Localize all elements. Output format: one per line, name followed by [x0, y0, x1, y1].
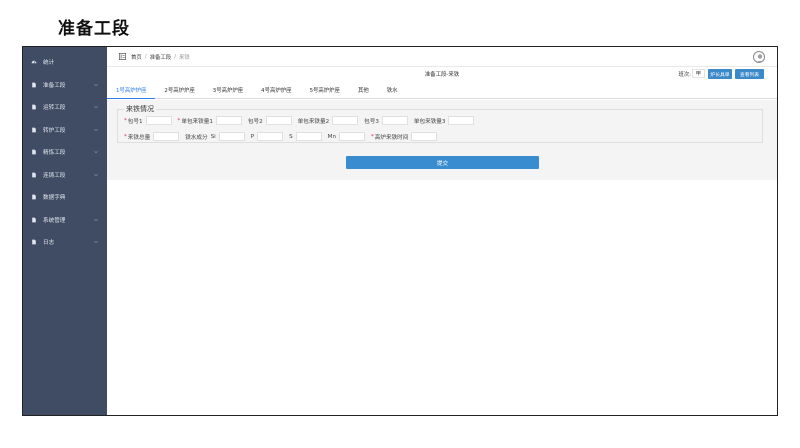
chevron-down-icon — [94, 240, 98, 244]
tab-furnace-4[interactable]: 4号高炉炉座 — [252, 83, 300, 99]
chevron-down-icon — [94, 218, 98, 222]
submit-button[interactable]: 提交 — [346, 156, 539, 169]
fieldset-legend: 来铁情况 — [124, 104, 156, 114]
sidebar-item-label: 转炉工段 — [43, 127, 66, 134]
chevron-down-icon — [94, 173, 98, 177]
ladle-weight-2-input[interactable] — [332, 116, 359, 125]
field-label: 铁水成分 — [185, 134, 208, 141]
sidebar-item-label: 系统管理 — [43, 217, 66, 224]
ladle-no-3-input[interactable] — [381, 116, 408, 125]
field-label: 单包来铁量2 — [297, 118, 330, 125]
field-label: 来铁总量 — [127, 134, 151, 141]
tab-furnace-5[interactable]: 5号高炉炉座 — [301, 83, 349, 99]
field-label: 单包来铁量1 — [181, 118, 213, 125]
shift-label: 班次: — [678, 72, 691, 78]
form-area: 来铁情况 * 包号1 * 单包来铁量1 包号2 单包来铁量2 包号3 单包来铁量… — [107, 100, 777, 180]
field-label: Si — [210, 133, 216, 140]
field-label: Mn — [327, 133, 336, 140]
field-label: 单包来铁量3 — [413, 118, 446, 125]
sidebar-item-system[interactable]: 系统管理 — [23, 209, 107, 232]
document-icon — [31, 194, 37, 200]
tab-furnace-1[interactable]: 1号高炉炉座 — [107, 83, 156, 99]
tab-molten-iron[interactable]: 铁水 — [378, 83, 407, 99]
field-label: 包号3 — [364, 118, 379, 125]
page-heading: 准备工段 — [58, 19, 130, 39]
breadcrumb: 首页 / 准备工段 / 来铁 — [107, 47, 777, 67]
document-icon — [31, 104, 37, 110]
arrival-time-input[interactable] — [411, 132, 438, 141]
si-input[interactable] — [218, 132, 245, 141]
avatar[interactable] — [753, 51, 765, 63]
furnace-list-button[interactable]: 炉长具单 — [708, 69, 732, 79]
total-iron-input[interactable] — [153, 132, 180, 141]
app-window: 统计 准备工段 运转工段 转炉工段 精炼工段 连铸工段 数据字典 系统管理 日志… — [22, 46, 778, 416]
sidebar-item-label: 日志 — [43, 240, 55, 247]
required-marker: * — [177, 117, 181, 124]
chevron-down-icon — [94, 105, 98, 109]
chevron-down-icon — [94, 128, 98, 132]
sidebar-item-label: 运转工段 — [43, 105, 66, 112]
breadcrumb-current: 来铁 — [179, 54, 190, 61]
required-marker: * — [371, 133, 374, 140]
s-input[interactable] — [295, 132, 322, 141]
required-marker: * — [124, 117, 127, 124]
sidebar-item-log[interactable]: 日志 — [23, 231, 107, 254]
field-label: P — [250, 133, 255, 140]
tab-bar: 1号高炉炉座 2号高炉炉座 3号高炉炉座 4号高炉炉座 5号高炉炉座 其他 铁水 — [107, 83, 777, 99]
main-panel: 首页 / 准备工段 / 来铁 准备工段-来铁 班次: 甲 炉长具单 查看列表 1… — [107, 47, 777, 415]
sidebar-item-label: 连铸工段 — [43, 172, 66, 179]
ladle-no-1-input[interactable] — [145, 116, 172, 125]
sidebar-item-label: 精炼工段 — [43, 150, 66, 157]
chevron-down-icon — [94, 150, 98, 154]
breadcrumb-separator: / — [174, 53, 177, 60]
sidebar-item-dictionary[interactable]: 数据字典 — [23, 186, 107, 209]
required-marker: * — [124, 133, 127, 140]
sidebar-item-label: 准备工段 — [43, 82, 66, 89]
tab-furnace-3[interactable]: 3号高炉炉座 — [204, 83, 252, 99]
field-label: 高炉来铁时间 — [374, 134, 409, 141]
breadcrumb-section[interactable]: 准备工段 — [150, 53, 172, 61]
document-icon — [31, 172, 37, 178]
document-icon — [31, 239, 37, 245]
document-icon — [31, 127, 37, 133]
field-label: S — [289, 133, 293, 140]
page-title: 准备工段-来铁 — [424, 72, 460, 78]
shift-select[interactable]: 甲 — [691, 69, 705, 78]
sidebar-item-stats[interactable]: 统计 — [23, 51, 107, 74]
menu-toggle-icon[interactable] — [119, 53, 126, 60]
dashboard-icon — [31, 59, 37, 65]
mn-input[interactable] — [339, 132, 365, 141]
field-label: 包号2 — [247, 118, 263, 125]
p-input[interactable] — [257, 132, 284, 141]
breadcrumb-separator: / — [144, 53, 147, 60]
sidebar: 统计 准备工段 运转工段 转炉工段 精炼工段 连铸工段 数据字典 系统管理 日志 — [23, 47, 107, 415]
sidebar-item-converter[interactable]: 转炉工段 — [23, 119, 107, 142]
ladle-no-2-input[interactable] — [265, 116, 292, 125]
tab-furnace-2[interactable]: 2号高炉炉座 — [155, 83, 203, 99]
form-row: * 来铁总量 铁水成分 Si P S Mn * 高炉来铁时间 — [124, 132, 443, 141]
ladle-weight-3-input[interactable] — [448, 116, 475, 125]
page-subheader: 准备工段-来铁 班次: 甲 炉长具单 查看列表 — [107, 67, 777, 81]
sidebar-item-refining[interactable]: 精炼工段 — [23, 141, 107, 164]
tab-other[interactable]: 其他 — [349, 83, 378, 99]
chevron-down-icon — [94, 83, 98, 87]
document-icon — [31, 149, 37, 155]
form-row: * 包号1 * 单包来铁量1 包号2 单包来铁量2 包号3 单包来铁量3 — [124, 116, 480, 125]
document-icon — [31, 217, 37, 223]
document-icon — [31, 82, 37, 88]
field-label: 包号1 — [127, 118, 143, 125]
sidebar-item-label: 统计 — [43, 60, 55, 67]
sidebar-item-label: 数据字典 — [43, 195, 66, 202]
sidebar-item-transport[interactable]: 运转工段 — [23, 96, 107, 119]
ladle-weight-1-input[interactable] — [215, 116, 242, 125]
sidebar-item-casting[interactable]: 连铸工段 — [23, 164, 107, 187]
sidebar-item-prep[interactable]: 准备工段 — [23, 74, 107, 97]
iron-arrival-fieldset: 来铁情况 * 包号1 * 单包来铁量1 包号2 单包来铁量2 包号3 单包来铁量… — [117, 104, 763, 143]
breadcrumb-home[interactable]: 首页 — [131, 53, 142, 61]
view-list-button[interactable]: 查看列表 — [735, 69, 764, 79]
